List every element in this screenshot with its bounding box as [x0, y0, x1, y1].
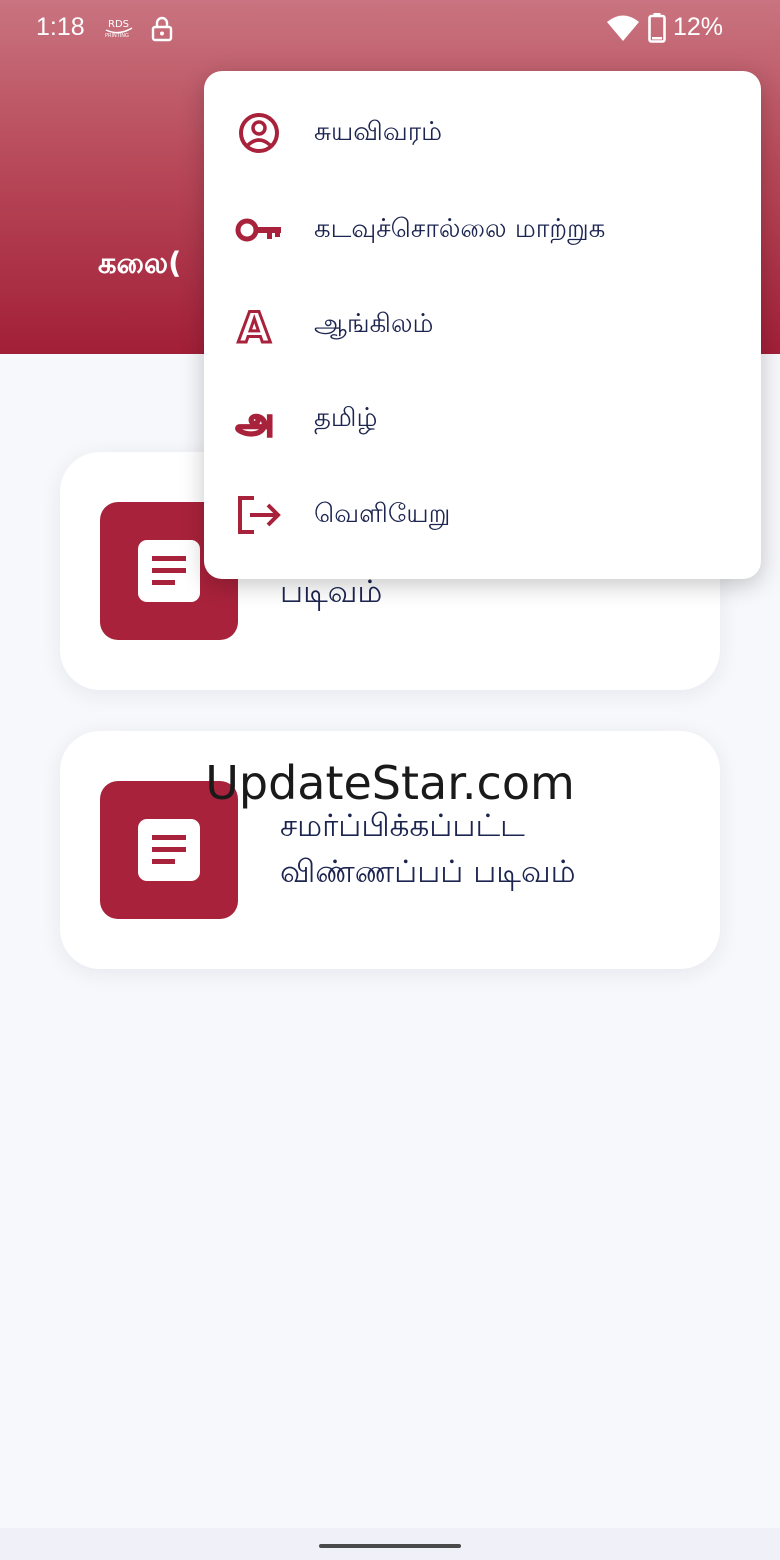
menu-item-label: ஆங்கிலம் [314, 309, 434, 339]
rds-icon: RDS PRINTING [105, 19, 133, 38]
svg-text:அ: அ [236, 401, 274, 440]
svg-text:PRINTING: PRINTING [105, 33, 129, 38]
profile-icon [239, 113, 279, 153]
menu-item-tamil[interactable]: அ தமிழ் [204, 371, 761, 466]
lock-icon [151, 16, 173, 42]
document-icon [138, 540, 200, 602]
overflow-menu: சுயவிவரம் கடவுச்சொல்லை மாற்றுக A ஆங்கிலம… [204, 71, 761, 579]
home-gesture-handle[interactable] [319, 1544, 461, 1548]
menu-item-change-password[interactable]: கடவுச்சொல்லை மாற்றுக [204, 182, 761, 277]
document-icon [138, 819, 200, 881]
menu-item-label: சுயவிவரம் [314, 117, 443, 147]
menu-item-label: கடவுச்சொல்லை மாற்றுக [314, 214, 606, 244]
wifi-icon [607, 15, 639, 41]
english-letter-icon: A [237, 304, 273, 346]
svg-text:RDS: RDS [108, 19, 129, 30]
status-bar: 1:18 RDS PRINTING 12% [0, 0, 780, 56]
battery-icon [648, 13, 666, 43]
key-icon [235, 218, 281, 242]
header-title: கலை( [98, 246, 182, 280]
svg-text:A: A [238, 304, 271, 346]
card-label-line2: விண்ணப்பப் படிவம் [280, 854, 576, 890]
logout-icon [238, 496, 281, 534]
menu-item-logout[interactable]: வெளியேறு [204, 467, 761, 562]
battery-percent: 12% [673, 13, 724, 41]
navigation-bar [0, 1528, 780, 1560]
tamil-letter-icon: அ [235, 400, 275, 440]
card-label: சமர்ப்பிக்கப்பட்ட விண்ணப்பப் படிவம் [280, 803, 576, 895]
menu-item-profile[interactable]: சுயவிவரம் [204, 85, 761, 180]
menu-item-english[interactable]: A ஆங்கிலம் [204, 277, 761, 372]
menu-item-label: தமிழ் [314, 403, 378, 433]
status-time: 1:18 [36, 13, 85, 41]
menu-item-label: வெளியேறு [314, 499, 451, 529]
watermark: UpdateStar.com [205, 756, 575, 810]
